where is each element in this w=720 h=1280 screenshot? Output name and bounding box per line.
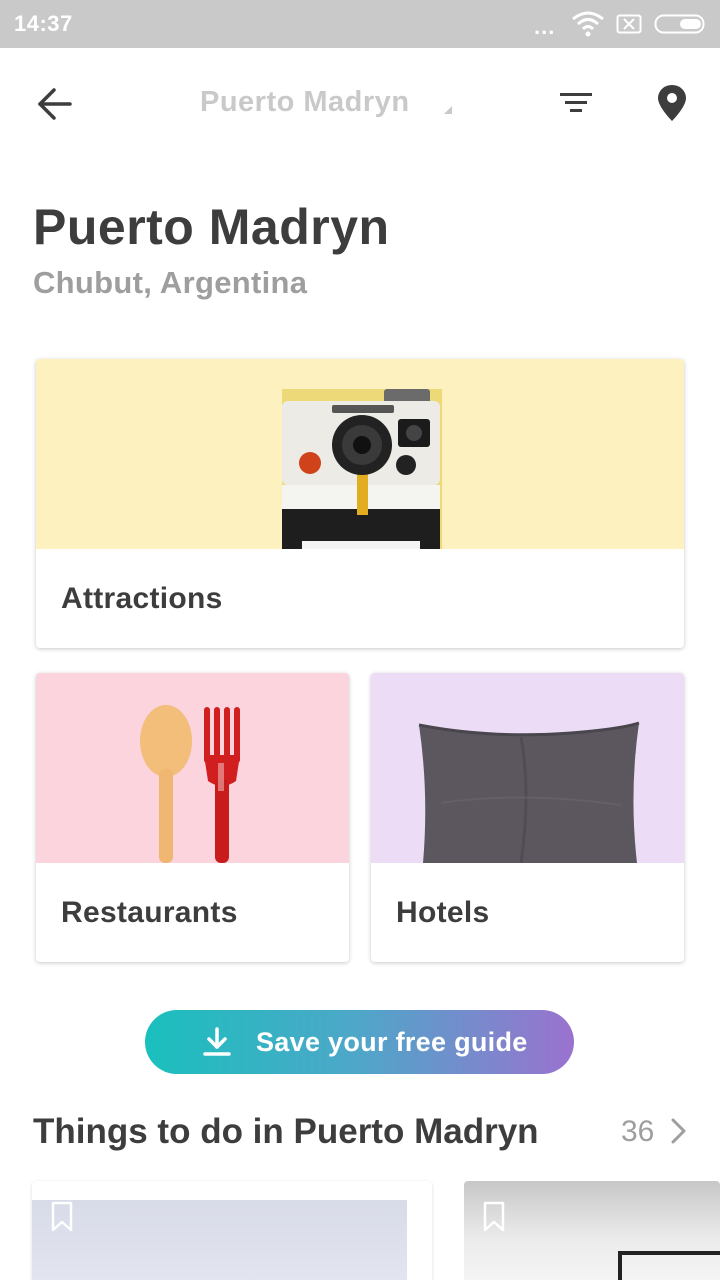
destination-region: Chubut, Argentina (33, 265, 308, 300)
destination-title: Puerto Madryn (33, 199, 390, 255)
things-to-do-card-photo (618, 1251, 720, 1280)
bookmark-icon[interactable] (50, 1201, 74, 1238)
back-arrow-icon[interactable] (34, 84, 78, 124)
filter-icon[interactable] (556, 86, 596, 120)
things-to-do-card[interactable] (32, 1181, 432, 1280)
chevron-right-icon[interactable] (668, 1116, 690, 1151)
battery-icon (654, 14, 708, 39)
category-label-attractions: Attractions (61, 582, 223, 615)
things-to-do-card[interactable] (464, 1181, 720, 1280)
restaurants-image (36, 673, 349, 863)
category-card-restaurants[interactable]: Restaurants (36, 673, 349, 962)
things-to-do-card-photo (32, 1200, 407, 1280)
save-free-guide-button[interactable]: Save your free guide (145, 1010, 574, 1074)
spoon-and-fork-icon (140, 705, 240, 863)
notification-dots: ... (534, 14, 556, 39)
instant-camera-icon (282, 389, 442, 549)
status-time: 14:37 (14, 11, 73, 36)
category-label-restaurants: Restaurants (61, 896, 238, 929)
pillow-icon (418, 721, 640, 864)
sim-x-icon (616, 14, 642, 39)
status-bar: 14:37 ... (0, 0, 720, 48)
save-free-guide-label: Save your free guide (256, 1027, 528, 1057)
bookmark-icon[interactable] (482, 1201, 506, 1238)
attractions-image (36, 359, 684, 549)
category-label-hotels: Hotels (396, 896, 490, 929)
location-pin-icon[interactable] (654, 82, 690, 126)
hotels-image (371, 673, 684, 864)
things-to-do-count[interactable]: 36 (621, 1115, 654, 1149)
things-to-do-title: Things to do in Puerto Madryn (33, 1112, 539, 1151)
download-icon (203, 1027, 231, 1062)
toolbar-title[interactable]: Puerto Madryn (200, 86, 410, 119)
dropdown-caret-icon[interactable] (444, 106, 452, 114)
top-toolbar: Puerto Madryn (0, 48, 720, 160)
category-card-attractions[interactable]: Attractions (36, 359, 684, 648)
category-card-hotels[interactable]: Hotels (371, 673, 684, 962)
wifi-icon (571, 11, 605, 42)
